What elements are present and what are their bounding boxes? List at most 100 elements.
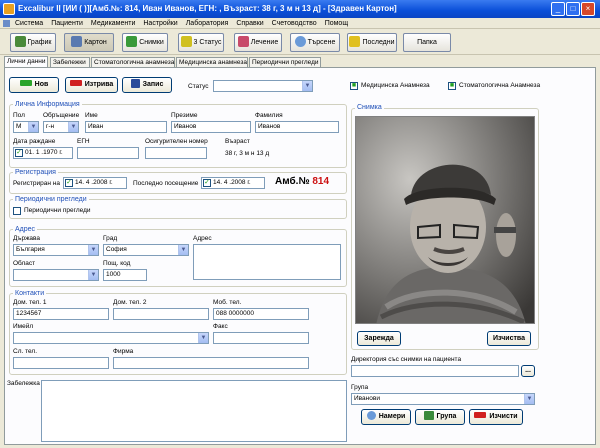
app-icon (3, 3, 15, 15)
menu-item-patients[interactable]: Пациенти (47, 18, 87, 29)
group-select[interactable]: Иванови ▼ (351, 393, 535, 405)
dob-checkbox[interactable]: ✓ (15, 149, 23, 157)
tab-dental-history[interactable]: Стоматологична анамнеза (91, 57, 175, 67)
patient-portrait-image (356, 117, 534, 323)
ambulatory-number-value: 814 (312, 176, 330, 187)
region-select[interactable]: ▼ (13, 269, 99, 281)
photo-title: Снимка (355, 103, 384, 112)
close-icon[interactable]: × (581, 2, 595, 16)
images-label: Снимки (139, 39, 164, 46)
company-label: Фирма (113, 348, 134, 355)
fax-input[interactable] (213, 332, 309, 344)
minimize-icon[interactable]: _ (551, 2, 565, 16)
delete-label: Изтрива (84, 81, 114, 88)
menu-item-medications[interactable]: Медикаменти (87, 18, 139, 29)
menu-item-accounting[interactable]: Счетоводство (268, 18, 321, 29)
tab-medical-history[interactable]: Медицинска анамнеза (176, 57, 248, 67)
search-label: Търсене (307, 39, 336, 46)
address-textarea[interactable] (193, 244, 341, 280)
chevron-down-icon: ▼ (28, 122, 38, 132)
search-button[interactable]: Търсене (290, 33, 340, 52)
sex-value: М (16, 123, 22, 130)
treatment-label: Лечение (250, 39, 279, 46)
menu-item-settings[interactable]: Настройки (139, 18, 181, 29)
new-button[interactable]: Нов (9, 77, 59, 93)
company-input[interactable] (113, 357, 309, 369)
patient-icon (71, 36, 83, 47)
menu-item-system[interactable]: Система (11, 18, 47, 29)
recent-button[interactable]: Последни (347, 33, 397, 52)
status-select[interactable]: ▼ (213, 80, 313, 92)
delete-button[interactable]: Изтрива (65, 77, 118, 93)
sex-label: Пол (13, 112, 25, 119)
work-phone-input[interactable] (13, 357, 109, 369)
registered-on-value: 14. 4 .2008 г. (75, 179, 113, 186)
registered-on-checkbox[interactable]: ✓ (65, 179, 73, 187)
browse-button[interactable]: ... (521, 365, 535, 377)
save-button[interactable]: Запис (122, 77, 172, 93)
periodic-exams-title: Периодични прегледи (13, 195, 89, 204)
home-phone-2-input[interactable] (113, 308, 209, 320)
ambulatory-number: Амб.№ 814 (275, 176, 329, 187)
last-name-input[interactable]: Иванов (255, 121, 339, 133)
menu-bar: Система Пациенти Медикаменти Настройки Лабор… (0, 18, 600, 29)
group-icon (423, 411, 434, 420)
search-icon (294, 36, 306, 47)
zip-input[interactable]: 1000 (103, 269, 147, 281)
group-button[interactable]: Група (415, 409, 465, 425)
treatment-icon (237, 36, 249, 47)
find-button[interactable]: Намери (361, 409, 411, 425)
zip-label: Пощ. код (103, 260, 131, 267)
tab-notes[interactable]: Забележки (50, 57, 90, 67)
menu-item-laboratory[interactable]: Лаборатория (182, 18, 233, 29)
chart-button[interactable]: Картон (64, 33, 114, 52)
folder-button[interactable]: Папка (403, 33, 451, 52)
tab-personal[interactable]: Лични данни (4, 56, 48, 67)
ambulatory-number-label: Амб.№ (275, 176, 310, 187)
home-phone-1-label: Дом. тел. 1 (13, 299, 47, 306)
clear-group-button[interactable]: Изчисти (469, 409, 523, 425)
country-select[interactable]: България ▼ (13, 244, 99, 256)
treatment-button[interactable]: Лечение (234, 33, 282, 52)
maximize-icon[interactable]: □ (566, 2, 580, 16)
email-select[interactable]: ▼ (13, 332, 209, 344)
star-icon (349, 36, 361, 47)
mobile-input[interactable]: 088 0000000 (213, 308, 309, 320)
egn-input[interactable] (77, 147, 139, 159)
status-label: 3 Статус (193, 39, 222, 46)
insurance-number-input[interactable] (145, 147, 207, 159)
app-window: Excalibur II [ИИ ( )][Амб.№: 814, Иван И… (0, 0, 600, 448)
sex-select[interactable]: М ▼ (13, 121, 39, 133)
magnifier-icon (366, 411, 376, 420)
images-button[interactable]: Снимки (122, 33, 168, 52)
salutation-select[interactable]: г-н ▼ (43, 121, 79, 133)
city-select[interactable]: София ▼ (103, 244, 189, 256)
clear-photo-button[interactable]: Изчиства (487, 331, 531, 346)
dental-anamnesis-checkbox[interactable]: ■ (448, 82, 456, 90)
schedule-label: График (27, 39, 52, 46)
last-visit-checkbox[interactable]: ✓ (203, 179, 211, 187)
periodic-exams-checkbox[interactable] (13, 207, 21, 215)
middle-name-input[interactable]: Иванов (171, 121, 251, 133)
photo-dir-input[interactable] (351, 365, 519, 377)
home-phone-1-input[interactable]: 1234567 (13, 308, 109, 320)
country-label: Държава (13, 235, 41, 242)
mobile-label: Моб. тел. (213, 299, 242, 306)
patient-photo (355, 116, 535, 324)
save-label: Запис (142, 81, 164, 88)
medical-anamnesis-checkbox[interactable]: ■ (350, 82, 358, 90)
age-label: Възраст (225, 138, 250, 145)
status-button[interactable]: 3 Статус (178, 33, 224, 52)
city-label: Град (103, 235, 118, 242)
menu-item-reports[interactable]: Справки (232, 18, 267, 29)
tab-periodic-exams[interactable]: Периодични прегледи (249, 57, 321, 67)
menu-item-help[interactable]: Помощ (321, 18, 352, 29)
chevron-down-icon: ▼ (178, 245, 188, 255)
load-photo-button[interactable]: Зарежда (357, 331, 401, 346)
last-visit-value: 14. 4 .2008 г. (213, 179, 251, 186)
egn-label: ЕГН (77, 138, 90, 145)
schedule-button[interactable]: График (10, 33, 56, 52)
group-value: Иванови (354, 395, 380, 402)
notes-textarea[interactable] (41, 380, 347, 442)
first-name-input[interactable]: Иван (85, 121, 167, 133)
